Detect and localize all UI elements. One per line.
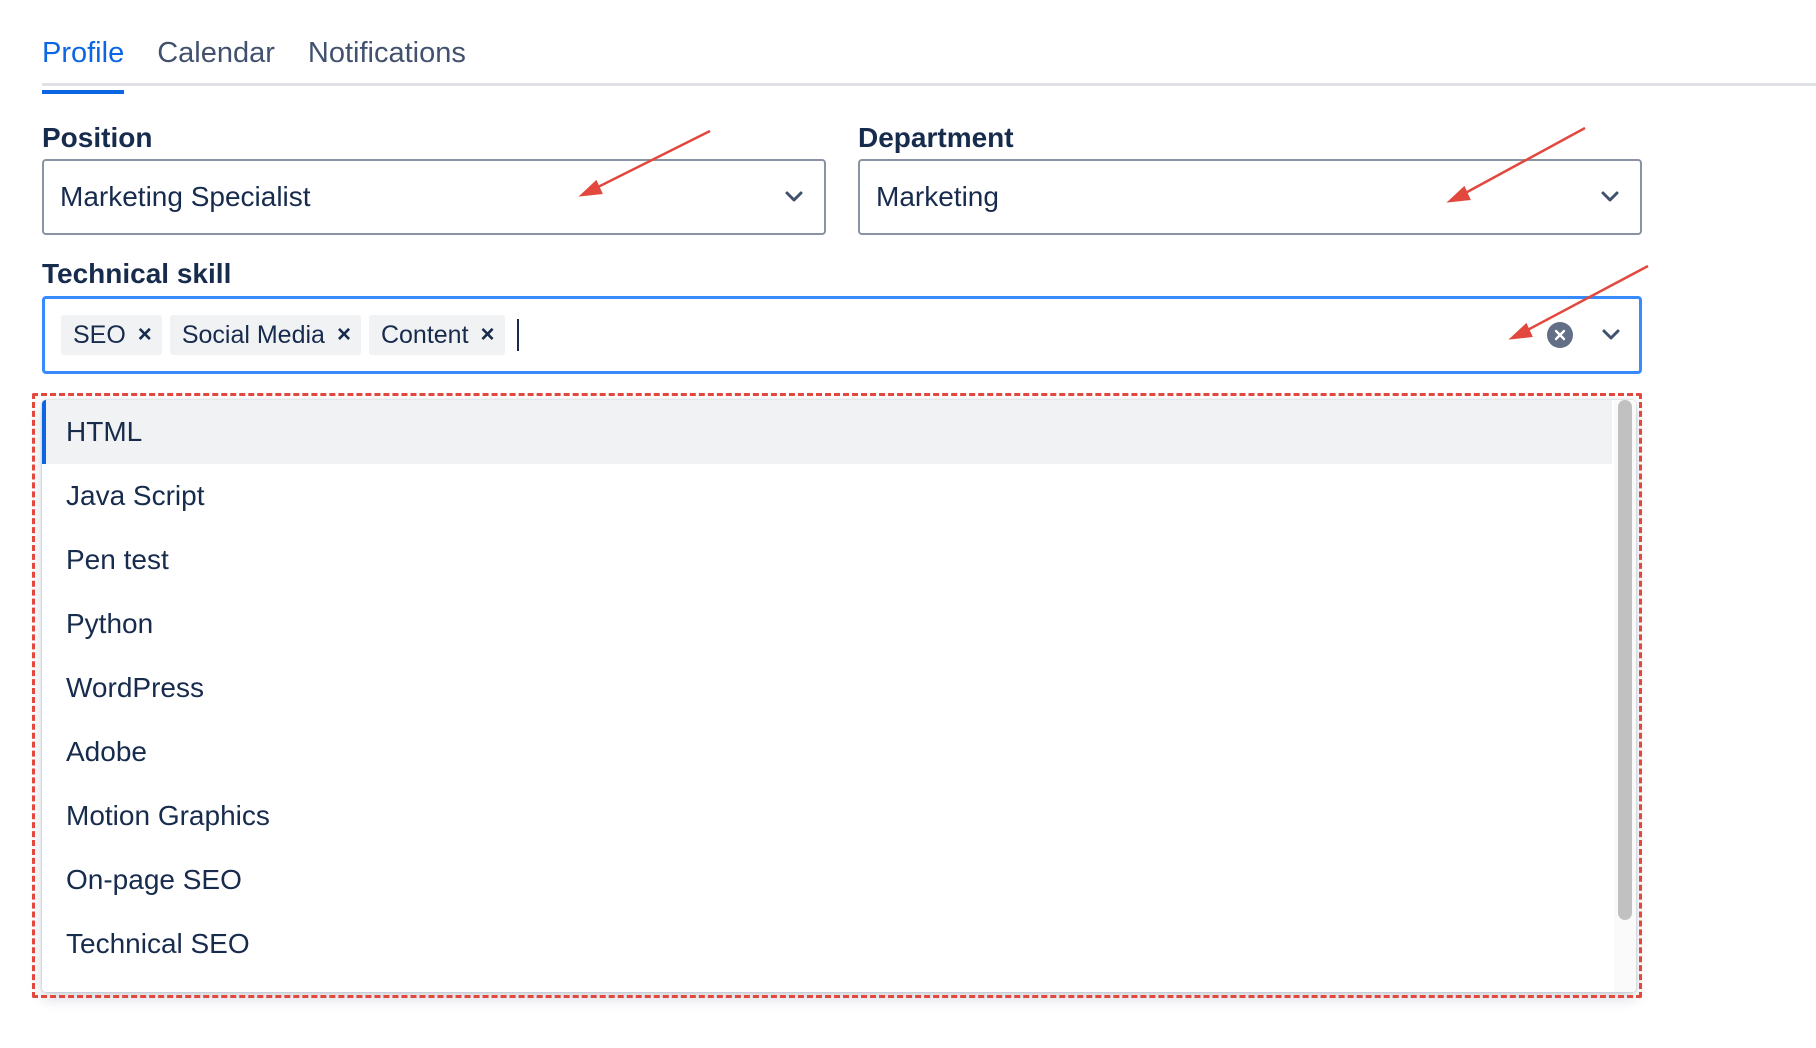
department-value: Marketing xyxy=(876,181,999,212)
chevron-down-icon[interactable] xyxy=(1597,321,1625,349)
clear-all-icon[interactable] xyxy=(1547,322,1573,348)
chip-social-media: Social Media × xyxy=(169,315,361,355)
chevron-down-icon[interactable] xyxy=(1596,183,1624,211)
text-caret[interactable] xyxy=(516,319,519,351)
department-label: Department xyxy=(858,122,1014,153)
chip-content: Content × xyxy=(368,315,505,355)
remove-chip-icon[interactable]: × xyxy=(138,323,152,347)
position-label: Position xyxy=(42,122,153,153)
remove-chip-icon[interactable]: × xyxy=(481,323,495,347)
tab-divider xyxy=(42,83,1816,86)
position-select[interactable]: Marketing Specialist xyxy=(42,159,826,235)
page: Profile Calendar Notifications Position … xyxy=(0,0,1816,1048)
annotation-dashed-outline xyxy=(32,393,1642,998)
department-select[interactable]: Marketing xyxy=(858,159,1642,235)
remove-chip-icon[interactable]: × xyxy=(337,323,351,347)
position-value: Marketing Specialist xyxy=(60,181,311,212)
chip-label: Social Media xyxy=(181,320,325,349)
technical-skill-label: Technical skill xyxy=(42,258,232,289)
chip-label: Content xyxy=(380,320,469,349)
technical-skill-multiselect[interactable]: SEO × Social Media × Content × xyxy=(42,296,1642,374)
chip-seo: SEO × xyxy=(61,315,162,355)
chip-label: SEO xyxy=(73,320,126,349)
chevron-down-icon[interactable] xyxy=(780,183,808,211)
selected-chips: SEO × Social Media × Content × xyxy=(61,315,1547,355)
